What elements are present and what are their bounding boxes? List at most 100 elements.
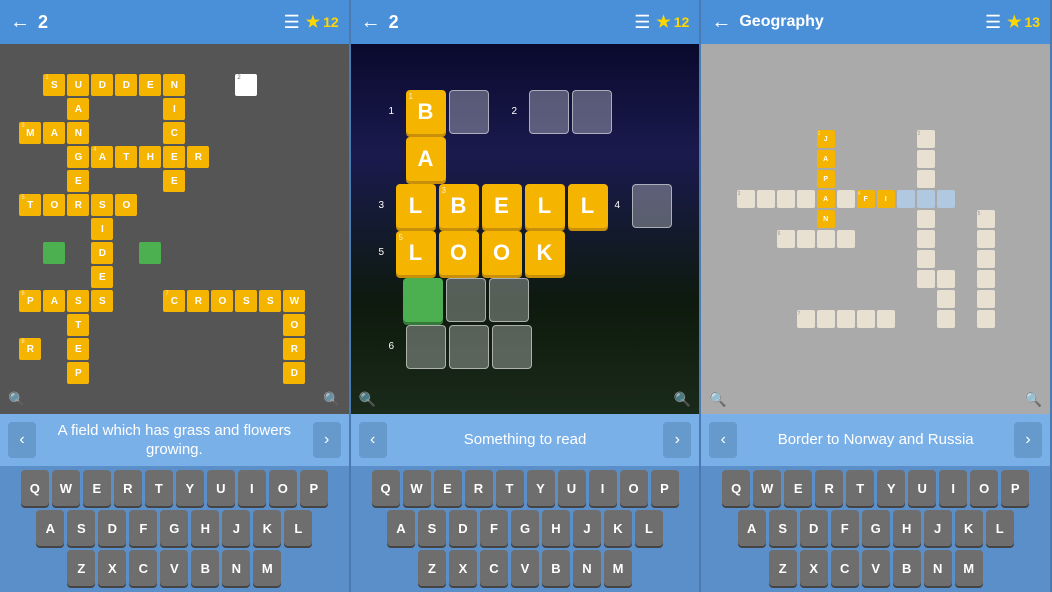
key-b-2[interactable]: B bbox=[542, 550, 570, 586]
key-e-2[interactable]: E bbox=[434, 470, 462, 506]
key-v-1[interactable]: V bbox=[160, 550, 188, 586]
key-c-1[interactable]: C bbox=[129, 550, 157, 586]
key-d-2[interactable]: D bbox=[449, 510, 477, 546]
key-v-2[interactable]: V bbox=[511, 550, 539, 586]
key-t-2[interactable]: T bbox=[496, 470, 524, 506]
key-o-2[interactable]: O bbox=[620, 470, 648, 506]
menu-icon-3[interactable]: ☰ bbox=[985, 12, 1001, 33]
tile-o: O bbox=[439, 231, 479, 275]
key-d-1[interactable]: D bbox=[98, 510, 126, 546]
hint-next-3[interactable]: › bbox=[1014, 422, 1042, 458]
key-q-3[interactable]: Q bbox=[722, 470, 750, 506]
key-g-3[interactable]: G bbox=[862, 510, 890, 546]
key-r-2[interactable]: R bbox=[465, 470, 493, 506]
menu-icon-1[interactable]: ☰ bbox=[284, 12, 300, 33]
key-n-2[interactable]: N bbox=[573, 550, 601, 586]
key-y-2[interactable]: Y bbox=[527, 470, 555, 506]
key-z-1[interactable]: Z bbox=[67, 550, 95, 586]
key-q-1[interactable]: Q bbox=[21, 470, 49, 506]
hint-next-2[interactable]: › bbox=[663, 422, 691, 458]
key-x-3[interactable]: X bbox=[800, 550, 828, 586]
key-z-2[interactable]: Z bbox=[418, 550, 446, 586]
key-y-3[interactable]: Y bbox=[877, 470, 905, 506]
key-l-1[interactable]: L bbox=[284, 510, 312, 546]
back-button-2[interactable]: ← bbox=[361, 11, 381, 34]
zoom-in-icon-2[interactable]: 🔍 bbox=[359, 391, 376, 408]
key-t-3[interactable]: T bbox=[846, 470, 874, 506]
key-p-1[interactable]: P bbox=[300, 470, 328, 506]
hint-prev-2[interactable]: ‹ bbox=[359, 422, 387, 458]
key-k-3[interactable]: K bbox=[955, 510, 983, 546]
key-e-3[interactable]: E bbox=[784, 470, 812, 506]
key-n-3[interactable]: N bbox=[924, 550, 952, 586]
key-s-3[interactable]: S bbox=[769, 510, 797, 546]
key-w-3[interactable]: W bbox=[753, 470, 781, 506]
key-u-3[interactable]: U bbox=[908, 470, 936, 506]
key-y-1[interactable]: Y bbox=[176, 470, 204, 506]
key-l-2[interactable]: L bbox=[635, 510, 663, 546]
zoom-in-icon-1[interactable]: 🔍 bbox=[8, 391, 25, 408]
key-m-1[interactable]: M bbox=[253, 550, 281, 586]
key-u-2[interactable]: U bbox=[558, 470, 586, 506]
key-row-3-1: Z X C V B N M bbox=[2, 550, 347, 586]
tile-b: 1B bbox=[406, 90, 446, 134]
key-p-3[interactable]: P bbox=[1001, 470, 1029, 506]
key-z-3[interactable]: Z bbox=[769, 550, 797, 586]
hint-next-1[interactable]: › bbox=[313, 422, 341, 458]
key-m-2[interactable]: M bbox=[604, 550, 632, 586]
key-m-3[interactable]: M bbox=[955, 550, 983, 586]
key-f-2[interactable]: F bbox=[480, 510, 508, 546]
key-s-1[interactable]: S bbox=[67, 510, 95, 546]
zoom-out-icon-2[interactable]: 🔍 bbox=[674, 391, 691, 408]
menu-icon-2[interactable]: ☰ bbox=[634, 12, 650, 33]
key-j-3[interactable]: J bbox=[924, 510, 952, 546]
key-s-2[interactable]: S bbox=[418, 510, 446, 546]
key-h-1[interactable]: H bbox=[191, 510, 219, 546]
key-c-2[interactable]: C bbox=[480, 550, 508, 586]
key-u-1[interactable]: U bbox=[207, 470, 235, 506]
key-l-3[interactable]: L bbox=[986, 510, 1014, 546]
back-button-1[interactable]: ← bbox=[10, 11, 30, 34]
zoom-out-icon-3[interactable]: 🔍 bbox=[1025, 391, 1042, 408]
key-p-2[interactable]: P bbox=[651, 470, 679, 506]
key-i-1[interactable]: I bbox=[238, 470, 266, 506]
key-o-1[interactable]: O bbox=[269, 470, 297, 506]
key-t-1[interactable]: T bbox=[145, 470, 173, 506]
hint-prev-1[interactable]: ‹ bbox=[8, 422, 36, 458]
zoom-in-icon-3[interactable]: 🔍 bbox=[709, 391, 726, 408]
key-x-2[interactable]: X bbox=[449, 550, 477, 586]
key-i-2[interactable]: I bbox=[589, 470, 617, 506]
key-w-2[interactable]: W bbox=[403, 470, 431, 506]
key-e-1[interactable]: E bbox=[83, 470, 111, 506]
key-f-3[interactable]: F bbox=[831, 510, 859, 546]
back-button-3[interactable]: ← bbox=[711, 11, 731, 34]
hint-prev-3[interactable]: ‹ bbox=[709, 422, 737, 458]
key-b-3[interactable]: B bbox=[893, 550, 921, 586]
key-q-2[interactable]: Q bbox=[372, 470, 400, 506]
key-j-1[interactable]: J bbox=[222, 510, 250, 546]
key-k-2[interactable]: K bbox=[604, 510, 632, 546]
key-w-1[interactable]: W bbox=[52, 470, 80, 506]
key-f-1[interactable]: F bbox=[129, 510, 157, 546]
key-j-2[interactable]: J bbox=[573, 510, 601, 546]
hint-text-1: A field which has grass and flowers grow… bbox=[42, 421, 307, 460]
key-g-2[interactable]: G bbox=[511, 510, 539, 546]
key-i-3[interactable]: I bbox=[939, 470, 967, 506]
key-r-3[interactable]: R bbox=[815, 470, 843, 506]
key-d-3[interactable]: D bbox=[800, 510, 828, 546]
key-a-2[interactable]: A bbox=[387, 510, 415, 546]
key-h-2[interactable]: H bbox=[542, 510, 570, 546]
key-a-3[interactable]: A bbox=[738, 510, 766, 546]
key-h-3[interactable]: H bbox=[893, 510, 921, 546]
key-g-1[interactable]: G bbox=[160, 510, 188, 546]
key-n-1[interactable]: N bbox=[222, 550, 250, 586]
key-o-3[interactable]: O bbox=[970, 470, 998, 506]
key-c-3[interactable]: C bbox=[831, 550, 859, 586]
key-k-1[interactable]: K bbox=[253, 510, 281, 546]
zoom-out-icon-1[interactable]: 🔍 bbox=[323, 391, 340, 408]
key-v-3[interactable]: V bbox=[862, 550, 890, 586]
key-b-1[interactable]: B bbox=[191, 550, 219, 586]
key-a-1[interactable]: A bbox=[36, 510, 64, 546]
key-x-1[interactable]: X bbox=[98, 550, 126, 586]
key-r-1[interactable]: R bbox=[114, 470, 142, 506]
